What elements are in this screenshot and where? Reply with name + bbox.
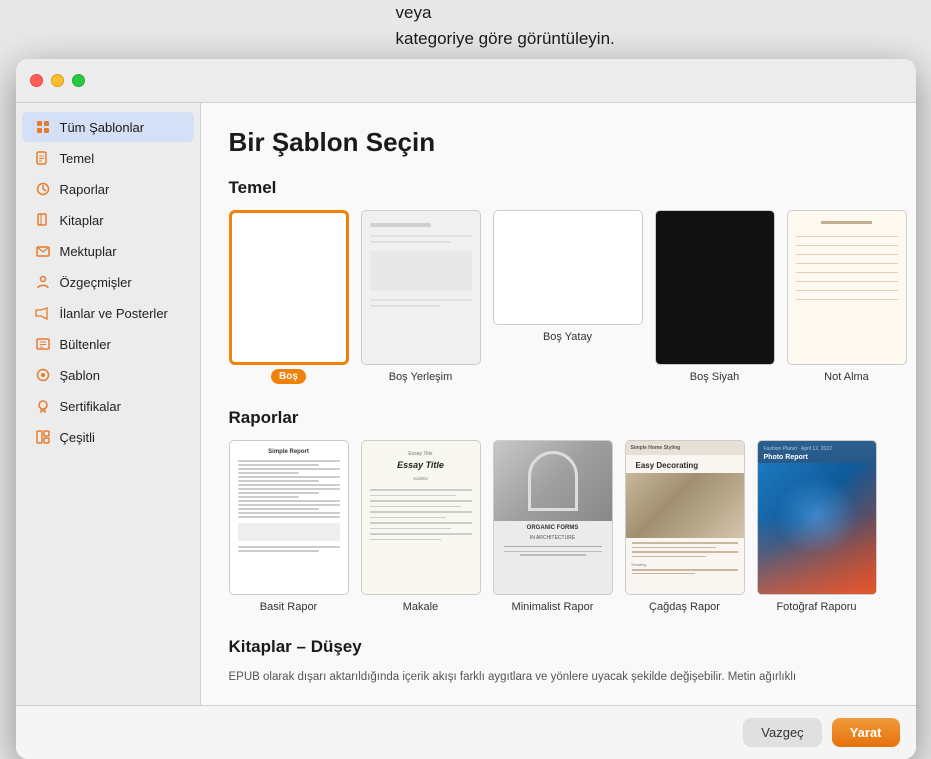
sidebar-item-label: Temel	[60, 151, 95, 166]
sidebar-item-mektuplar[interactable]: Mektuplar	[22, 236, 194, 266]
template-bos-yerlesim[interactable]: Boş Yerleşim	[361, 210, 481, 384]
minimize-button[interactable]	[51, 74, 64, 87]
sidebar-item-ozgecmisler[interactable]: Özgeçmişler	[22, 267, 194, 297]
sidebar-item-kitaplar[interactable]: Kitaplar	[22, 205, 194, 235]
template-fotograf-raporu[interactable]: Fashion Planet · April 12, 2022 Photo Re…	[757, 440, 877, 613]
report-icon	[34, 180, 52, 198]
misc-icon	[34, 428, 52, 446]
template-label-not-alma: Not Alma	[824, 371, 869, 383]
sidebar-item-label: Tüm Şablonlar	[60, 120, 145, 135]
certificate-icon	[34, 397, 52, 415]
temel-section: Temel Boş	[229, 178, 888, 384]
grid-icon	[34, 118, 52, 136]
template-thumb-basit-rapor: Simple Report	[229, 440, 349, 595]
template-not-alma[interactable]: Not Alma	[787, 210, 907, 384]
sidebar-item-label: Çeşitli	[60, 430, 95, 445]
template-label-makale: Makale	[403, 601, 438, 613]
sidebar-item-label: Şablon	[60, 368, 100, 383]
template-thumb-fotograf-raporu: Fashion Planet · April 12, 2022 Photo Re…	[757, 440, 877, 595]
sidebar-item-label: Özgeçmişler	[60, 275, 132, 290]
bottom-bar: Vazgeç Yarat	[16, 705, 916, 759]
kitaplar-section-title: Kitaplar – Düşey	[229, 637, 888, 657]
person-icon	[34, 273, 52, 291]
page-title: Bir Şablon Seçin	[229, 127, 888, 158]
kitaplar-section: Kitaplar – Düşey EPUB olarak dışarı akta…	[229, 637, 888, 685]
sidebar-item-sertifikalar[interactable]: Sertifikalar	[22, 391, 194, 421]
create-button[interactable]: Yarat	[832, 718, 900, 747]
template-bos[interactable]: Boş	[229, 210, 349, 384]
sidebar-item-label: Mektuplar	[60, 244, 117, 259]
template-thumb-bos	[229, 210, 349, 365]
template-icon	[34, 366, 52, 384]
main-content: Bir Şablon Seçin Temel Boş	[201, 103, 916, 705]
temel-templates-grid: Boş	[229, 210, 888, 384]
megaphone-icon	[34, 304, 52, 322]
template-cagdas-rapor[interactable]: Simple Home Styling Easy Decorating	[625, 440, 745, 613]
sidebar-item-label: Sertifikalar	[60, 399, 121, 414]
template-bos-siyah[interactable]: Boş Siyah	[655, 210, 775, 384]
temel-section-title: Temel	[229, 178, 888, 198]
template-thumb-minimalist-rapor: ORGANIC FORMS IN ARCHITECTURE	[493, 440, 613, 595]
maximize-button[interactable]	[72, 74, 85, 87]
kitaplar-section-desc: EPUB olarak dışarı aktarıldığında içerik…	[229, 669, 888, 685]
sidebar-item-label: Kitaplar	[60, 213, 104, 228]
template-label-cagdas-rapor: Çağdaş Rapor	[649, 601, 720, 613]
template-thumb-bos-yatay	[493, 210, 643, 325]
template-label-bos-siyah: Boş Siyah	[690, 371, 740, 383]
sidebar: Tüm Şablonlar Temel	[16, 103, 201, 705]
doc-icon	[34, 149, 52, 167]
tooltip-text: Tüm şablonları görüntüleyin veya kategor…	[316, 0, 616, 51]
sidebar-item-label: İlanlar ve Posterler	[60, 306, 168, 321]
sidebar-item-raporlar[interactable]: Raporlar	[22, 174, 194, 204]
template-thumb-makale: Essay Title Essay Title Subtitle	[361, 440, 481, 595]
sidebar-item-cesitli[interactable]: Çeşitli	[22, 422, 194, 452]
selected-badge: Boş	[271, 369, 306, 384]
cancel-button[interactable]: Vazgeç	[743, 718, 821, 747]
raporlar-section-title: Raporlar	[229, 408, 888, 428]
sidebar-item-temel[interactable]: Temel	[22, 143, 194, 173]
main-window: Tüm Şablonlar Temel	[16, 59, 916, 759]
close-button[interactable]	[30, 74, 43, 87]
sidebar-item-ilanlar-ve-posterler[interactable]: İlanlar ve Posterler	[22, 298, 194, 328]
raporlar-section: Raporlar Simple Report	[229, 408, 888, 613]
sidebar-item-label: Bültenler	[60, 337, 111, 352]
sidebar-item-label: Raporlar	[60, 182, 110, 197]
template-makale[interactable]: Essay Title Essay Title Subtitle	[361, 440, 481, 613]
window-body: Tüm Şablonlar Temel	[16, 103, 916, 705]
template-thumb-cagdas-rapor: Simple Home Styling Easy Decorating	[625, 440, 745, 595]
template-label-bos-yerlesim: Boş Yerleşim	[389, 371, 453, 383]
sidebar-item-tum-sablonlar[interactable]: Tüm Şablonlar	[22, 112, 194, 142]
window-header	[16, 59, 916, 103]
template-label-bos-yatay: Boş Yatay	[543, 331, 592, 343]
template-thumb-bos-yerlesim	[361, 210, 481, 365]
book-icon	[34, 211, 52, 229]
sidebar-item-sablon[interactable]: Şablon	[22, 360, 194, 390]
template-label-basit-rapor: Basit Rapor	[260, 601, 317, 613]
template-minimalist-rapor[interactable]: ORGANIC FORMS IN ARCHITECTURE Minimalist…	[493, 440, 613, 613]
raporlar-templates-grid: Simple Report	[229, 440, 888, 613]
template-label-minimalist-rapor: Minimalist Rapor	[512, 601, 594, 613]
template-thumb-bos-siyah	[655, 210, 775, 365]
template-thumb-not-alma	[787, 210, 907, 365]
template-basit-rapor[interactable]: Simple Report	[229, 440, 349, 613]
sidebar-item-bultenler[interactable]: Bültenler	[22, 329, 194, 359]
envelope-icon	[34, 242, 52, 260]
template-label-fotograf-raporu: Fotoğraf Raporu	[776, 601, 856, 613]
template-bos-yatay[interactable]: Boş Yatay	[493, 210, 643, 384]
newsletter-icon	[34, 335, 52, 353]
